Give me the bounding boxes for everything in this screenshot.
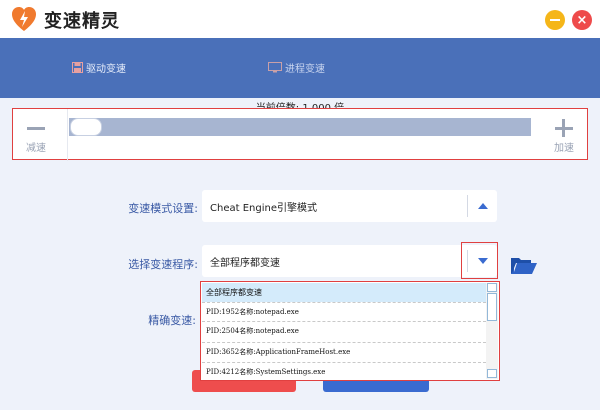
decrease-label: 减速	[26, 143, 46, 154]
mode-select[interactable]: Cheat Engine引擎模式	[202, 190, 497, 222]
mode-dropdown-button[interactable]	[468, 190, 497, 222]
speed-slider-track[interactable]	[69, 118, 531, 136]
close-button[interactable]: ×	[572, 10, 592, 30]
scroll-down-button[interactable]	[487, 369, 497, 378]
mode-label: 变速模式设置:	[128, 202, 198, 215]
list-item[interactable]: PID:2504名称:notepad.exe	[202, 321, 486, 340]
increase-label: 加速	[554, 143, 574, 154]
minus-icon	[21, 117, 51, 139]
minimize-button[interactable]	[545, 10, 565, 30]
tab-process-speed[interactable]: 进程变速	[268, 58, 325, 76]
close-icon: ×	[576, 12, 588, 28]
tab-label: 驱动变速	[86, 63, 126, 75]
process-label: 选择变速程序:	[128, 258, 198, 271]
monitor-icon	[268, 61, 282, 72]
app-logo-icon	[12, 7, 36, 31]
tab-bar: 驱动变速 进程变速	[0, 38, 600, 98]
process-value: 全部程序都变速	[210, 258, 280, 269]
plus-icon	[549, 117, 579, 139]
list-item[interactable]: 全部程序都变速	[202, 283, 486, 302]
decrease-speed-button[interactable]: 减速	[21, 117, 51, 154]
process-dropdown-list: 全部程序都变速 PID:1952名称:notepad.exe PID:2504名…	[200, 281, 500, 381]
speed-control-panel: 减速 加速	[12, 108, 588, 161]
app-title: 变速精灵	[44, 11, 120, 32]
list-item[interactable]: PID:4212名称:SystemSettings.exe	[202, 362, 486, 381]
divider	[67, 109, 68, 161]
scroll-up-button[interactable]	[487, 283, 497, 292]
tab-driver-speed[interactable]: 驱动变速	[72, 58, 126, 76]
dropdown-arrow-highlight	[461, 242, 498, 279]
mode-value: Cheat Engine引擎模式	[210, 203, 317, 214]
folder-icon[interactable]	[510, 256, 538, 276]
process-select[interactable]: 全部程序都变速	[202, 245, 497, 277]
dropdown-scrollbar[interactable]	[486, 283, 498, 379]
tab-label: 进程变速	[285, 63, 325, 75]
list-item[interactable]: PID:3652名称:ApplicationFrameHost.exe	[202, 342, 486, 361]
save-icon	[72, 61, 83, 73]
list-item[interactable]: PID:1952名称:notepad.exe	[202, 302, 486, 321]
fine-speed-label: 精确变速:	[148, 314, 196, 327]
chevron-up-icon	[477, 203, 488, 209]
scroll-thumb[interactable]	[487, 293, 497, 321]
title-bar: 变速精灵 ×	[0, 0, 600, 38]
increase-speed-button[interactable]: 加速	[549, 117, 579, 154]
speed-slider-handle[interactable]	[70, 118, 102, 136]
